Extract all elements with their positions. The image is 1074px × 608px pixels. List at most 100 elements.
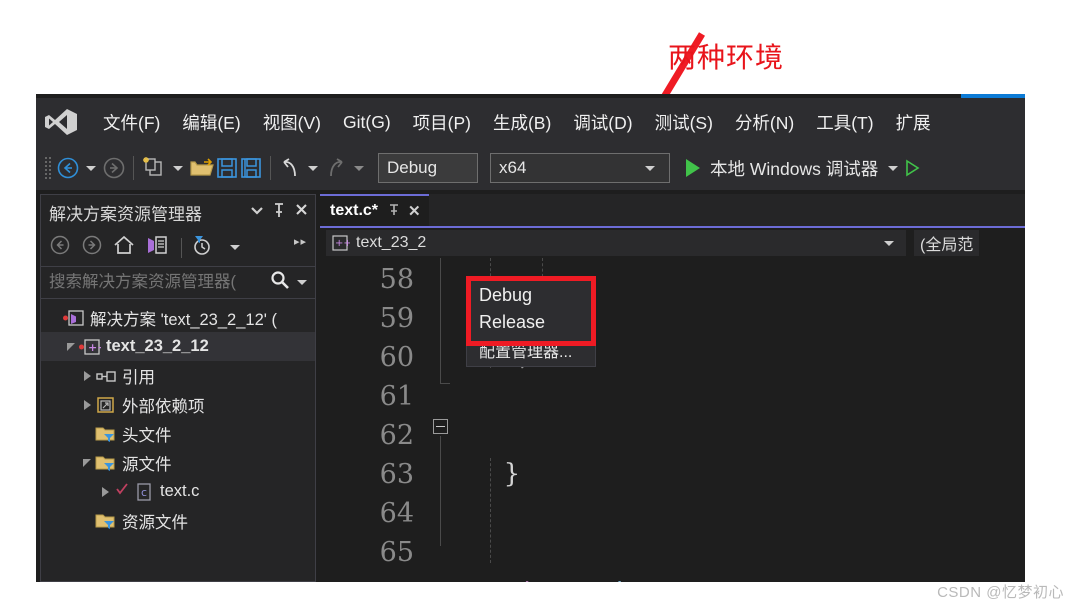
menu-item-project[interactable]: 项目(P) (402, 106, 482, 139)
toolbar-separator-1 (133, 156, 134, 180)
run-dropdown-caret-icon[interactable] (888, 165, 899, 171)
code-editor[interactable]: 58 59 60 61 62 63 64 65 ; (320, 258, 1025, 582)
close-tab-icon[interactable]: ✕ (408, 202, 421, 220)
svg-text:c: c (141, 486, 147, 499)
line-number: 62 (379, 420, 414, 451)
line-number: 59 (379, 303, 414, 334)
external-deps-icon (95, 396, 117, 414)
save-button[interactable] (215, 156, 239, 180)
se-pending-changes-button[interactable] (190, 234, 214, 261)
tree-item-external-dependencies[interactable]: 外部依赖项 (41, 390, 315, 419)
menu-item-test[interactable]: 测试(S) (644, 106, 724, 139)
se-toolbar-overflow-button[interactable]: ▸▸ (294, 235, 307, 248)
back-arrow-icon (57, 157, 79, 179)
navbar-scope-combobox[interactable]: (全局范 (914, 230, 980, 256)
code-folding-column[interactable] (428, 258, 454, 582)
menu-item-analyze[interactable]: 分析(N) (724, 106, 805, 139)
solution-explorer-header: 解决方案资源管理器 (41, 195, 315, 229)
line-number: 65 (379, 537, 414, 568)
solution-icon (63, 309, 85, 327)
menu-item-build[interactable]: 生成(B) (482, 106, 562, 139)
toolbar-grip[interactable] (44, 156, 51, 180)
menu-item-view[interactable]: 视图(V) (252, 106, 332, 139)
project-icon: ++ (79, 338, 101, 356)
tree-expander[interactable] (63, 342, 79, 351)
indent-guide (490, 458, 491, 563)
pin-tab-icon[interactable] (388, 202, 400, 221)
navigation-bar: ++ text_23_2 (全局范 (320, 226, 1025, 258)
menu-item-tools[interactable]: 工具(T) (805, 106, 884, 139)
checked-out-icon (115, 482, 129, 501)
search-input[interactable] (49, 273, 269, 292)
navigate-back-button[interactable] (56, 156, 80, 180)
back-arrow-icon (50, 235, 70, 255)
navigate-forward-button[interactable] (102, 156, 126, 180)
redo-button[interactable] (324, 156, 348, 180)
se-back-button[interactable] (49, 234, 71, 261)
menu-item-debug[interactable]: 调试(D) (562, 106, 643, 139)
menu-item-extensions[interactable]: 扩展 (885, 106, 942, 139)
tree-item-resource-files[interactable]: 资源文件 (41, 506, 315, 535)
menu-item-git[interactable]: Git(G) (332, 108, 402, 137)
solution-configuration-menu[interactable]: Debug Release 配置管理器... (466, 278, 596, 367)
search-icon[interactable] (269, 269, 291, 296)
solution-configuration-combobox[interactable]: Debug (378, 153, 478, 183)
back-dropdown-caret-icon[interactable] (86, 165, 96, 171)
menu-item-release-config[interactable]: Release (467, 309, 595, 336)
tab-text-c[interactable]: text.c* ✕ (320, 194, 429, 226)
tree-expander[interactable] (79, 458, 95, 467)
panel-close-button[interactable] (294, 202, 309, 222)
new-project-icon (143, 157, 162, 176)
redo-icon (330, 158, 343, 177)
editor-area: text.c* ✕ ++ text_23_2 (全局范 58 59 60 61 … (320, 194, 1025, 582)
new-project-dropdown-caret-icon[interactable] (173, 165, 183, 171)
se-solution-view-button[interactable] (145, 234, 169, 261)
solution-platform-combobox[interactable]: x64 (490, 153, 670, 183)
tree-item-references[interactable]: 引用 (41, 361, 315, 390)
save-all-button[interactable] (239, 156, 263, 180)
se-forward-button[interactable] (81, 234, 103, 261)
pin-icon (275, 202, 283, 217)
tree-item-project[interactable]: ++ text_23_2_12 (41, 332, 315, 361)
menu-item-configuration-manager[interactable]: 配置管理器... (467, 336, 595, 363)
platform-dropdown-caret-icon[interactable] (645, 165, 655, 171)
fold-toggle-my-strlen[interactable] (433, 419, 448, 434)
new-project-button[interactable] (141, 155, 167, 181)
menu-item-file[interactable]: 文件(F) (92, 106, 171, 139)
undo-dropdown-caret-icon[interactable] (308, 165, 318, 171)
play-outline-icon[interactable] (904, 159, 920, 177)
search-options-caret-icon[interactable] (297, 280, 307, 285)
watermark: CSDN @忆梦初心 (937, 584, 1064, 601)
panel-menu-button[interactable] (250, 203, 264, 221)
svg-text:++: ++ (88, 341, 101, 354)
menu-item-edit[interactable]: 编辑(E) (171, 106, 251, 139)
tree-item-source-files[interactable]: 源文件 (41, 448, 315, 477)
tree-item-label: text.c (160, 482, 200, 500)
tree-expander[interactable] (97, 486, 113, 497)
se-home-button[interactable] (113, 234, 135, 261)
undo-button[interactable] (278, 156, 302, 180)
tree-item-label: 资源文件 (122, 513, 188, 532)
start-debugging-button[interactable]: 本地 Windows 调试器 (686, 156, 920, 181)
filter-folder-icon (95, 512, 117, 530)
tree-item-text-c[interactable]: c text.c (41, 477, 315, 506)
redo-dropdown-caret-icon[interactable] (354, 165, 364, 171)
screenshot-root: 两种环境 文件(F) 编辑(E) 视图(V) Git(G) 项目(P) 生成(B… (0, 0, 1074, 608)
navbar-project-combobox[interactable]: ++ text_23_2 (326, 230, 906, 256)
solution-explorer-search[interactable] (41, 267, 315, 299)
panel-pin-button[interactable] (272, 202, 286, 223)
visual-studio-logo-icon (45, 109, 77, 135)
tree-item-header-files[interactable]: 头文件 (41, 419, 315, 448)
svg-text:++: ++ (335, 238, 350, 249)
tree-expander[interactable] (79, 370, 95, 381)
forward-arrow-icon (103, 157, 125, 179)
annotation-label: 两种环境 (668, 42, 785, 73)
navbar-project-caret-icon[interactable] (884, 240, 894, 246)
fold-guide-outer-foot (440, 383, 450, 384)
se-filter-dropdown-caret-icon[interactable] (230, 245, 240, 250)
tree-expander[interactable] (79, 399, 95, 410)
menu-item-debug-config[interactable]: Debug (467, 282, 595, 309)
code-line: } (454, 459, 521, 489)
open-file-button[interactable] (189, 156, 215, 180)
tree-item-solution[interactable]: 解决方案 'text_23_2_12' ( (41, 303, 315, 332)
